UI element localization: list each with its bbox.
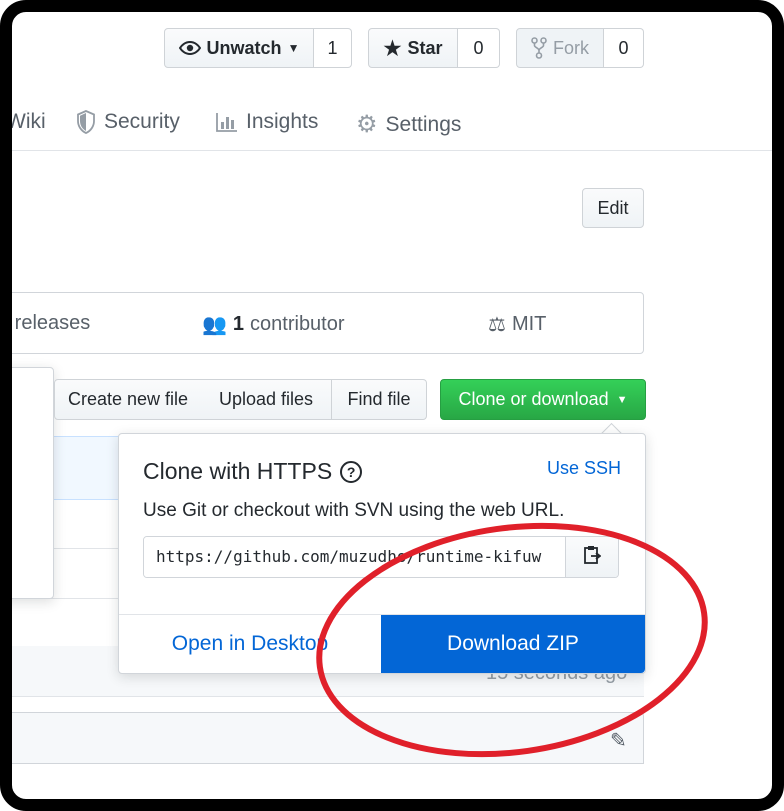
popup-title-row: Clone with HTTPS ? [143, 458, 363, 485]
star-icon: ★ [383, 37, 402, 60]
tab-settings-label: Settings [385, 112, 462, 136]
people-icon: 👥 [202, 314, 227, 336]
fork-icon [531, 37, 547, 59]
contributors-summary[interactable]: 👥 1 contributor [202, 312, 345, 337]
tab-insights-label: Insights [246, 110, 319, 133]
chevron-down-icon: ▼ [287, 41, 300, 55]
upload-files-button[interactable]: Upload files [201, 379, 332, 420]
unwatch-label: Unwatch [206, 37, 282, 58]
shield-icon [76, 110, 96, 134]
clone-title: Clone with HTTPS [143, 458, 333, 484]
download-zip-button[interactable]: Download ZIP [381, 615, 645, 673]
use-ssh-link[interactable]: Use SSH [547, 458, 621, 479]
releases-label: releases [12, 312, 91, 334]
fork-count[interactable]: 0 [604, 28, 644, 68]
tab-settings[interactable]: ⚙ Settings [356, 110, 461, 139]
unwatch-button[interactable]: Unwatch ▼ [164, 28, 314, 68]
pencil-icon[interactable]: ✎ [610, 728, 627, 753]
eye-icon [178, 40, 201, 56]
watch-count[interactable]: 1 [314, 28, 352, 68]
gear-icon: ⚙ [356, 111, 378, 138]
tab-security-label: Security [104, 110, 180, 133]
clone-or-download-label: Clone or download [458, 389, 609, 409]
fork-label: Fork [553, 37, 589, 58]
tab-wiki[interactable]: Wiki [12, 110, 46, 134]
clone-url-input[interactable]: https://github.com/muzudho/runtime-kifuw [144, 537, 565, 577]
tab-insights[interactable]: Insights [216, 110, 318, 134]
edit-button[interactable]: Edit [582, 188, 644, 228]
tab-divider [12, 150, 772, 151]
copy-clipboard-button[interactable] [565, 537, 618, 577]
open-in-desktop-button[interactable]: Open in Desktop [119, 615, 381, 673]
screenshot-frame: Unwatch ▼ 1 ★ Star 0 Fork 0 Wiki Securit… [0, 0, 784, 811]
chevron-down-icon: ▼ [616, 393, 628, 406]
clone-popup: Clone with HTTPS ? Use SSH Use Git or ch… [118, 433, 646, 674]
star-button[interactable]: ★ Star [368, 28, 458, 68]
tab-security[interactable]: Security [76, 110, 180, 134]
license-summary[interactable]: ⚖ MIT [488, 312, 546, 337]
clone-or-download-button[interactable]: Clone or download ▼ [440, 379, 646, 420]
law-icon: ⚖ [488, 314, 506, 336]
readme-header [12, 712, 644, 764]
contributors-label: contributor [250, 313, 345, 335]
releases-summary[interactable]: 0 releases [12, 312, 91, 335]
tab-wiki-label: Wiki [12, 110, 46, 133]
graph-icon [216, 112, 238, 132]
clipboard-icon [583, 545, 602, 570]
contributors-count: 1 [232, 313, 245, 335]
question-icon[interactable]: ? [340, 460, 363, 483]
create-new-file-button[interactable]: Create new file [54, 379, 202, 420]
find-file-button[interactable]: Find file [331, 379, 427, 420]
clone-description: Use Git or checkout with SVN using the w… [143, 500, 565, 521]
branch-dropdown-menu [12, 367, 54, 599]
page: Unwatch ▼ 1 ★ Star 0 Fork 0 Wiki Securit… [12, 12, 772, 799]
fork-button[interactable]: Fork [516, 28, 604, 68]
license-label: MIT [511, 313, 547, 335]
clone-url-group: https://github.com/muzudho/runtime-kifuw [143, 536, 619, 578]
star-count[interactable]: 0 [458, 28, 500, 68]
star-label: Star [407, 37, 443, 58]
